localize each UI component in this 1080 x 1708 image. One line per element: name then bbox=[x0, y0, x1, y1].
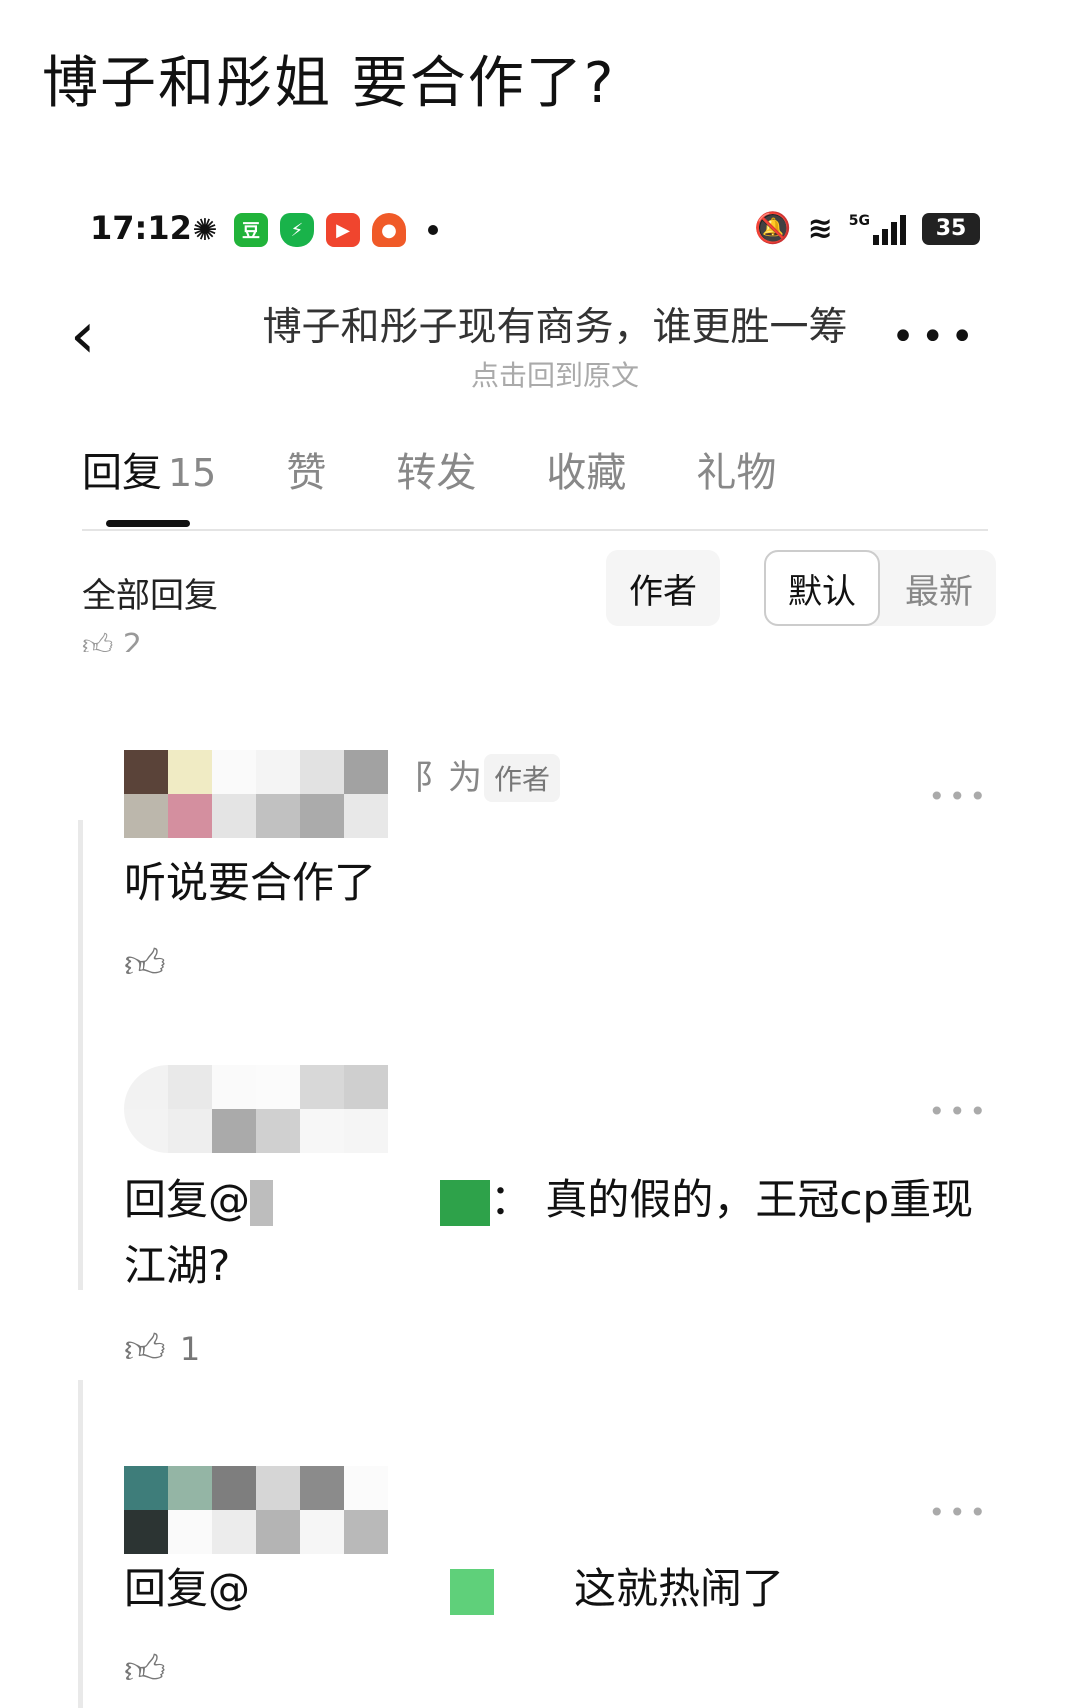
mute-bell-icon: 🔕 bbox=[754, 211, 792, 246]
more-notifications-dot bbox=[428, 225, 438, 235]
like-count: 2 bbox=[122, 628, 142, 652]
cellular-signal-icon: 5G bbox=[849, 213, 906, 245]
sort-toggle: 默认 最新 bbox=[764, 550, 996, 626]
tab-gifts[interactable]: 礼物 bbox=[696, 440, 776, 498]
comment-author[interactable]: 阝为 bbox=[414, 750, 482, 799]
redacted-avatar bbox=[124, 750, 388, 838]
network-type-label: 5G bbox=[848, 212, 870, 229]
tab-replies[interactable]: 回复 15 bbox=[82, 440, 216, 498]
thumbs-up-icon: 👍︎ bbox=[124, 941, 166, 987]
back-to-original-link[interactable]: 点击回到原文 bbox=[0, 354, 1080, 394]
redacted-username bbox=[440, 1179, 491, 1226]
status-bar: 17:12 ✺ 豆 ⚡ ▶ ● 🔕 ≋ 5G 35 bbox=[0, 205, 1080, 265]
comment-text: 回复@： 真的假的，王冠cp重现江湖? bbox=[124, 1167, 994, 1299]
comment-more-button[interactable]: ••• bbox=[928, 1496, 990, 1529]
thumbs-up-icon: 👍︎ bbox=[124, 1326, 166, 1372]
wechat-icon: ✺ bbox=[192, 212, 218, 248]
video-icon: ▶ bbox=[326, 213, 360, 247]
thread-header: ‹ 博子和彤子现有商务，谁更胜一筹 点击回到原文 ••• bbox=[0, 296, 1080, 396]
author-filter-chip[interactable]: 作者 bbox=[606, 550, 720, 626]
tab-divider bbox=[82, 529, 988, 531]
redacted-avatar bbox=[124, 1466, 388, 1554]
comment-more-button[interactable]: ••• bbox=[928, 1095, 990, 1128]
reply-filter-row: 全部回复 作者 默认 最新 bbox=[82, 550, 998, 630]
like-count: 1 bbox=[179, 1330, 201, 1368]
reply-text: 这就热闹了 bbox=[574, 1564, 785, 1613]
douban-icon: 豆 bbox=[234, 213, 268, 247]
like-button[interactable]: 👍︎ bbox=[124, 1646, 166, 1694]
tab-reposts[interactable]: 转发 bbox=[396, 440, 476, 498]
comment-item: ••• 回复@ 这就热闹了 👍︎ bbox=[124, 1466, 990, 1708]
redacted-username[interactable] bbox=[250, 1179, 441, 1226]
previous-comment-like[interactable]: 👍︎ 2 bbox=[82, 628, 142, 652]
like-button[interactable]: 👍︎ bbox=[124, 940, 166, 988]
wifi-icon: ≋ bbox=[807, 211, 833, 246]
author-badge: 作者 bbox=[484, 754, 561, 802]
redacted-spacer bbox=[494, 1569, 574, 1615]
active-tab-indicator bbox=[106, 520, 190, 527]
reply-count: 15 bbox=[168, 451, 217, 495]
thumbs-up-icon: 👍︎ bbox=[82, 628, 114, 652]
tab-likes[interactable]: 赞 bbox=[286, 440, 326, 498]
all-replies-label: 全部回复 bbox=[82, 576, 218, 616]
comment-item: ••• 回复@： 真的假的，王冠cp重现江湖? 👍︎ 1 bbox=[124, 1065, 990, 1372]
comment-more-button[interactable]: ••• bbox=[928, 780, 990, 813]
tab-favorites[interactable]: 收藏 bbox=[546, 440, 626, 498]
redacted-username[interactable] bbox=[250, 1568, 451, 1615]
more-options-button[interactable]: ••• bbox=[891, 314, 980, 360]
sort-default-option[interactable]: 默认 bbox=[764, 550, 880, 626]
battery-icon: 35 bbox=[922, 212, 980, 245]
comment-item: 阝为 作者 ••• 听说要合作了 👍︎ bbox=[124, 750, 990, 987]
reply-prefix: 回复@ bbox=[124, 1175, 251, 1224]
sort-latest-option[interactable]: 最新 bbox=[882, 550, 996, 626]
taobao-icon: ● bbox=[372, 213, 406, 247]
comment-text: 回复@ 这就热闹了 bbox=[124, 1556, 994, 1622]
comment-text: 听说要合作了 bbox=[124, 858, 377, 907]
redacted-username bbox=[450, 1568, 495, 1615]
tab-bar: 回复 15 赞 转发 收藏 礼物 bbox=[82, 440, 846, 498]
thread-connector bbox=[78, 1380, 83, 1708]
shield-icon: ⚡ bbox=[280, 213, 314, 247]
reply-prefix: 回复@ bbox=[124, 1564, 251, 1613]
redacted-avatar bbox=[124, 1065, 388, 1153]
post-title: 博子和彤姐 要合作了? bbox=[42, 51, 616, 116]
thumbs-up-icon: 👍︎ bbox=[124, 1647, 166, 1693]
like-button[interactable]: 👍︎ 1 bbox=[124, 1325, 200, 1373]
tab-label: 回复 bbox=[82, 450, 162, 496]
thread-connector bbox=[78, 820, 83, 1290]
notification-icons: ✺ 豆 ⚡ ▶ ● bbox=[188, 212, 438, 248]
status-time: 17:12 bbox=[90, 209, 192, 247]
